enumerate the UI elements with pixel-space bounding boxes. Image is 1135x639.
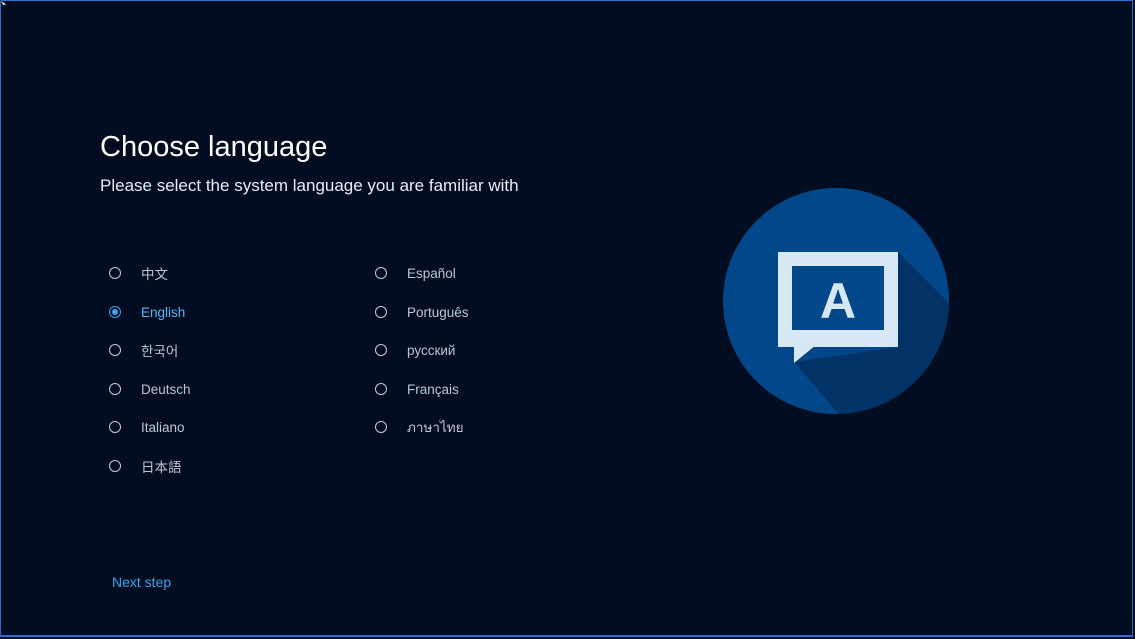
radio-button[interactable]: [375, 421, 387, 433]
radio-button[interactable]: [375, 306, 387, 318]
language-label: русский: [407, 342, 456, 358]
language-option-french[interactable]: Français: [375, 376, 459, 402]
radio-button[interactable]: [375, 344, 387, 356]
radio-button[interactable]: [375, 267, 387, 279]
language-label: Português: [407, 304, 469, 320]
language-label: English: [141, 304, 186, 320]
radio-button[interactable]: [109, 460, 121, 472]
language-label: Deutsch: [141, 381, 191, 397]
language-option-english[interactable]: English: [109, 299, 185, 325]
language-option-portuguese[interactable]: Português: [375, 299, 469, 325]
language-speech-bubble-icon: A: [723, 188, 949, 414]
language-option-italian[interactable]: Italiano: [109, 414, 185, 440]
radio-button[interactable]: [109, 267, 121, 279]
page-subtitle: Please select the system language you ar…: [100, 176, 519, 195]
language-option-russian[interactable]: русский: [375, 337, 455, 363]
language-label: Italiano: [141, 419, 185, 435]
language-label: Español: [407, 265, 456, 281]
page-title: Choose language: [100, 131, 328, 163]
language-label: 한국어: [141, 344, 179, 359]
next-step-button[interactable]: Next step: [112, 574, 171, 590]
language-option-german[interactable]: Deutsch: [109, 376, 191, 402]
language-option-korean[interactable]: 한국어: [109, 337, 178, 363]
radio-button[interactable]: [109, 306, 121, 318]
language-label: 日本語: [141, 460, 182, 475]
illustration-letter: A: [820, 273, 856, 329]
language-option-chinese[interactable]: 中文: [109, 260, 168, 286]
language-option-thai[interactable]: ภาษาไทย: [375, 414, 464, 440]
radio-button[interactable]: [109, 344, 121, 356]
radio-button[interactable]: [109, 383, 121, 395]
language-option-spanish[interactable]: Español: [375, 260, 456, 286]
language-label: ภาษาไทย: [407, 420, 464, 435]
language-option-japanese[interactable]: 日本語: [109, 453, 182, 479]
language-label: Français: [407, 381, 459, 397]
language-label: 中文: [141, 267, 168, 282]
mouse-cursor-icon: [0, 0, 8, 6]
radio-button[interactable]: [375, 383, 387, 395]
radio-button[interactable]: [109, 421, 121, 433]
